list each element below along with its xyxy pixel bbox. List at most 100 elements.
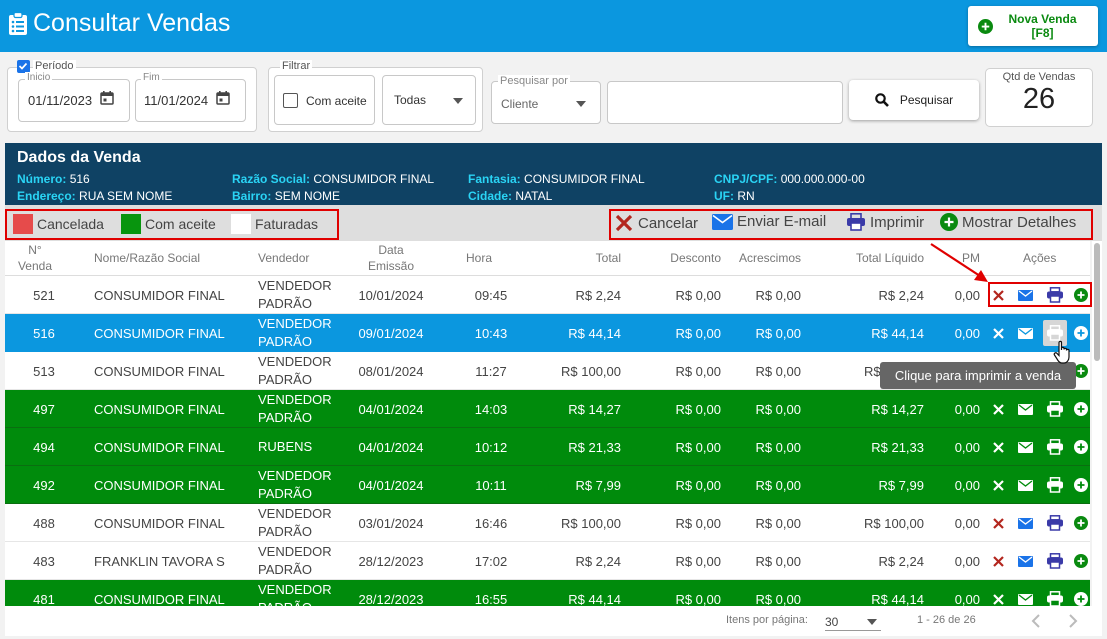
new-sale-label: Nova Venda [1008, 12, 1077, 26]
cancel-icon[interactable] [989, 466, 1007, 504]
add-circle-icon[interactable] [1072, 314, 1090, 352]
col-data[interactable]: Data Emissão [360, 242, 422, 274]
table-scrollbar[interactable] [1092, 241, 1102, 606]
cancel-icon[interactable] [989, 314, 1007, 352]
uf-field: UF: RN [714, 189, 755, 203]
search-icon [875, 93, 889, 107]
numero-value: 516 [69, 172, 90, 186]
com-aceite-checkbox[interactable] [283, 93, 298, 108]
qtd-vendas-box: Qtd de Vendas 26 [985, 68, 1093, 127]
table-row[interactable]: 483 FRANKLIN TAVORA S VENDEDOR PADRÃO 28/12… [5, 542, 1090, 580]
printer-icon[interactable] [1043, 580, 1067, 606]
mail-icon [712, 213, 733, 230]
mostrar-detalhes-label: Mostrar Detalhes [962, 213, 1077, 231]
printer-icon[interactable] [1043, 542, 1067, 580]
cnpj-key: CNPJ/CPF: [714, 172, 778, 186]
col-hora[interactable]: Hora [466, 250, 492, 266]
add-circle-icon[interactable] [1072, 390, 1090, 428]
search-button[interactable]: Pesquisar [849, 80, 979, 120]
cell-hora: 14:03 [474, 401, 508, 417]
add-circle-icon[interactable] [1072, 542, 1090, 580]
cell-nome: CONSUMIDOR FINAL [94, 591, 225, 607]
cnpj-value: 000.000.000-00 [780, 172, 865, 186]
printer-icon[interactable] [1043, 390, 1067, 428]
col-vendedor[interactable]: Vendedor [258, 250, 309, 266]
bairro-value: SEM NOME [274, 189, 341, 203]
search-input[interactable] [607, 81, 843, 124]
table-row[interactable]: 488 CONSUMIDOR FINAL VENDEDOR PADRÃO 03/01/… [5, 504, 1090, 542]
col-data-l2: Emissão [367, 259, 414, 273]
table-row[interactable]: 497 CONSUMIDOR FINAL VENDEDOR PADRÃO 04/01/… [5, 390, 1090, 428]
cell-nome: CONSUMIDOR FINAL [94, 439, 225, 455]
cell-total: R$ 100,00 [561, 363, 621, 379]
cell-hora: 17:02 [474, 553, 508, 569]
scrollbar-thumb[interactable] [1094, 243, 1100, 361]
col-total[interactable]: Total [545, 250, 621, 266]
items-per-page-select[interactable]: 30 [825, 609, 881, 631]
cell-hora: 10:43 [474, 325, 508, 341]
calendar-icon[interactable] [216, 91, 230, 105]
printer-icon [847, 213, 865, 231]
add-circle-icon[interactable] [1072, 428, 1090, 466]
add-circle-icon[interactable] [1072, 504, 1090, 542]
mail-icon[interactable] [1016, 580, 1034, 606]
cell-pm: 0,00 [954, 477, 980, 493]
mostrar-detalhes-action[interactable]: Mostrar Detalhes [940, 213, 1076, 231]
cancelar-action[interactable]: Cancelar [614, 213, 698, 233]
col-liquido[interactable]: Total Líquido [825, 250, 924, 266]
col-acrescimos[interactable]: Acrescimos [731, 250, 801, 266]
enviar-email-action[interactable]: Enviar E-mail [712, 213, 826, 230]
add-circle-icon[interactable] [1072, 580, 1090, 606]
table-row[interactable]: 492 CONSUMIDOR FINAL VENDEDOR PADRÃO 04/01/… [5, 466, 1090, 504]
cancel-icon[interactable] [989, 542, 1007, 580]
legend-faturadas: Faturadas [231, 214, 318, 234]
cell-acr: R$ 0,00 [755, 515, 801, 531]
chevron-right-icon[interactable] [1066, 613, 1080, 629]
cell-data: 04/01/2024 [358, 439, 424, 455]
sale-details-panel: Dados da Venda Número: 516 Razão Social:… [5, 143, 1102, 205]
uf-value: RN [737, 189, 755, 203]
cidade-key: Cidade: [468, 189, 513, 203]
table-row[interactable]: 481 CONSUMIDOR FINAL VENDEDOR PADRÃO 28/12/… [5, 580, 1090, 606]
cancel-icon[interactable] [989, 580, 1007, 606]
col-desconto[interactable]: Desconto [645, 250, 721, 266]
cell-liq: R$ 2,24 [878, 287, 924, 303]
imprimir-action[interactable]: Imprimir [846, 213, 924, 231]
table-row[interactable]: 516 CONSUMIDOR FINAL VENDEDOR PADRÃO 09/01/… [5, 314, 1090, 352]
cell-hora: 11:27 [475, 363, 507, 379]
col-nome[interactable]: Nome/Razão Social [94, 250, 200, 266]
table-row[interactable]: 494 CONSUMIDOR FINAL RUBENS 04/01/2024 10:12… [5, 428, 1090, 466]
mail-icon[interactable] [1016, 314, 1034, 352]
cell-num: 497 [33, 401, 55, 417]
cell-total: R$ 2,24 [575, 553, 621, 569]
inicio-value: 01/11/2023 [28, 93, 93, 108]
pagination-bar: Itens por página: 30 1 - 26 de 26 [5, 606, 1102, 636]
add-circle-icon[interactable] [1072, 466, 1090, 504]
cell-liq: R$ 7,99 [878, 477, 924, 493]
cell-nome: CONSUMIDOR FINAL [94, 477, 225, 493]
mail-icon[interactable] [1016, 428, 1034, 466]
mail-icon[interactable] [1016, 542, 1034, 580]
calendar-icon[interactable] [100, 91, 114, 105]
cell-num: 494 [33, 439, 55, 455]
cancel-icon[interactable] [989, 390, 1007, 428]
col-num[interactable]: N° Venda [17, 242, 53, 274]
printer-icon[interactable] [1043, 428, 1067, 466]
filtrar-label: Filtrar [280, 60, 313, 72]
cell-nome: CONSUMIDOR FINAL [94, 325, 225, 341]
chevron-left-icon[interactable] [1029, 613, 1043, 629]
new-sale-button[interactable]: Nova Venda [F8] [968, 6, 1098, 46]
fantasia-field: Fantasia: CONSUMIDOR FINAL [468, 172, 645, 186]
cell-pm: 0,00 [954, 439, 980, 455]
cancel-icon[interactable] [989, 504, 1007, 542]
cancel-icon[interactable] [989, 428, 1007, 466]
printer-icon[interactable] [1043, 466, 1067, 504]
mail-icon[interactable] [1016, 390, 1034, 428]
cell-vend: VENDEDOR PADRÃO [258, 392, 332, 425]
mail-icon[interactable] [1016, 466, 1034, 504]
mail-icon[interactable] [1016, 504, 1034, 542]
cell-total: R$ 44,14 [568, 325, 621, 341]
cell-vend: VENDEDOR PADRÃO [258, 544, 332, 577]
legend-label: Com aceite [145, 216, 216, 232]
printer-icon[interactable] [1043, 504, 1067, 542]
